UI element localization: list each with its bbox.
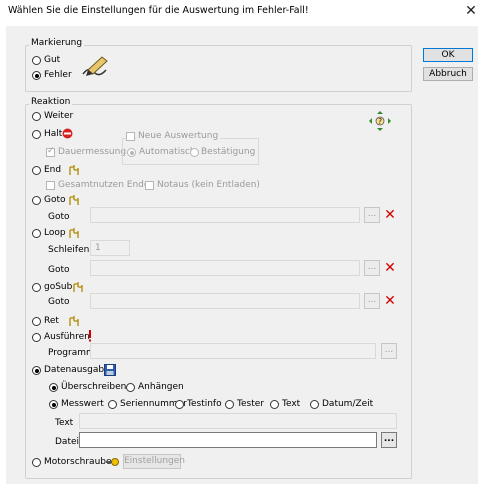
gosub-goto-browse-button[interactable]: ... [364, 293, 380, 309]
checkbox-neue-auswertung[interactable] [126, 132, 135, 141]
radio-seriennummer[interactable] [108, 400, 117, 409]
datei-browse-button[interactable]: ... [381, 432, 397, 448]
loop-goto-browse-button[interactable]: ... [364, 260, 380, 276]
label-text: Text [282, 399, 301, 409]
goto-delete-icon[interactable]: ✕ [382, 207, 398, 223]
gosub-goto-label: Goto [48, 297, 70, 307]
label-gosub: goSub [44, 282, 73, 292]
label-halt: Halt [44, 129, 63, 139]
radio-loop[interactable] [32, 229, 41, 238]
radio-text[interactable] [270, 400, 279, 409]
label-weiter: Weiter [44, 111, 74, 121]
branch-icon [72, 281, 84, 293]
loop-goto-delete-icon[interactable]: ✕ [382, 260, 398, 276]
radio-tester[interactable] [225, 400, 234, 409]
goto-field-label: Goto [48, 212, 70, 222]
label-tester: Tester [237, 399, 264, 409]
goto-input[interactable] [90, 207, 360, 223]
programm-label: Programm [48, 348, 95, 358]
checkbox-gesamtnutzen-ende[interactable] [46, 181, 55, 190]
label-testinfo: Testinfo [187, 399, 222, 409]
label-datenausgabe: Datenausgabe [44, 365, 110, 375]
radio-datenausgabe[interactable] [32, 366, 41, 375]
label-gesamtnutzen-ende: Gesamtnutzen Ende [58, 180, 150, 190]
einstellungen-button[interactable]: Einstellungen [123, 454, 185, 469]
reaktion-title: Reaktion [29, 97, 73, 107]
label-neue-auswertung: Neue Auswertung [136, 131, 221, 141]
radio-gut[interactable] [32, 56, 41, 65]
gosub-goto-input[interactable] [90, 293, 360, 309]
label-goto: Goto [44, 195, 66, 205]
label-dauermessung: Dauermessung [58, 147, 127, 157]
branch-icon [68, 194, 80, 206]
label-datum-zeit: Datum/Zeit [322, 399, 374, 409]
screwdriver-icon [106, 457, 120, 467]
window-title: Wählen Sie die Einstellungen für die Aus… [8, 5, 309, 16]
checkbox-dauermessung[interactable] [46, 146, 55, 157]
radio-testinfo[interactable] [175, 400, 184, 409]
label-ausfuehren: Ausführen [44, 332, 90, 342]
checkbox-notaus[interactable] [145, 181, 154, 190]
radio-fehler[interactable] [32, 71, 41, 80]
programm-browse-button[interactable]: ... [381, 343, 397, 359]
radio-ausfuehren[interactable] [32, 333, 41, 342]
goto-browse-button[interactable]: ... [364, 207, 380, 223]
label-bestaetigung: Bestätigung [201, 147, 256, 157]
label-automatisch: Automatisch [139, 147, 196, 157]
label-fehler: Fehler [44, 70, 72, 80]
save-icon [104, 364, 116, 376]
radio-messwert[interactable] [49, 400, 58, 409]
ok-button[interactable]: OK [423, 48, 473, 62]
label-ret: Ret [44, 316, 59, 326]
radio-ret[interactable] [32, 317, 41, 326]
text-field-label: Text [55, 418, 74, 428]
marker-pen-icon [80, 54, 112, 80]
branch-icon [68, 315, 80, 327]
label-messwert: Messwert [61, 399, 104, 409]
radio-anhaengen[interactable] [126, 383, 135, 392]
radio-motorschrauber[interactable] [32, 458, 41, 467]
gosub-goto-delete-icon[interactable]: ✕ [382, 293, 398, 309]
stop-icon [62, 128, 73, 139]
radio-automatisch[interactable] [127, 148, 136, 157]
branch-icon [68, 227, 80, 239]
exclamation-icon [87, 330, 93, 342]
label-loop: Loop [44, 228, 66, 238]
loop-goto-input[interactable] [90, 260, 360, 276]
radio-goto[interactable] [32, 196, 41, 205]
text-input[interactable] [79, 413, 397, 429]
loop-goto-label: Goto [48, 265, 70, 275]
move-arrows-icon: ? [368, 110, 392, 132]
title-bar: Wählen Sie die Einstellungen für die Aus… [0, 0, 484, 22]
branch-icon [68, 164, 80, 176]
programm-input[interactable] [90, 343, 376, 359]
label-gut: Gut [44, 55, 61, 65]
cancel-button[interactable]: Abbruch [423, 67, 473, 81]
radio-end[interactable] [32, 166, 41, 175]
markierung-title: Markierung [29, 38, 85, 48]
label-end: End [44, 165, 62, 175]
radio-gosub[interactable] [32, 283, 41, 292]
schleifen-input[interactable]: 1 [90, 240, 130, 256]
schleifen-label: Schleifen [48, 245, 90, 255]
svg-text:?: ? [378, 117, 382, 126]
datei-input[interactable] [79, 432, 377, 448]
radio-halt[interactable] [32, 130, 41, 139]
label-ueberschreiben: Überschreiben [61, 382, 127, 392]
radio-bestaetigung[interactable] [190, 148, 199, 157]
label-anhaengen: Anhängen [138, 382, 184, 392]
radio-datum-zeit[interactable] [310, 400, 319, 409]
label-motorschrauber: Motorschrauber [44, 457, 116, 467]
radio-weiter[interactable] [32, 112, 41, 121]
close-icon[interactable]: ✕ [462, 2, 480, 20]
label-notaus: Notaus (kein Entladen) [157, 180, 260, 190]
radio-ueberschreiben[interactable] [49, 383, 58, 392]
datei-label: Datei [55, 437, 80, 447]
